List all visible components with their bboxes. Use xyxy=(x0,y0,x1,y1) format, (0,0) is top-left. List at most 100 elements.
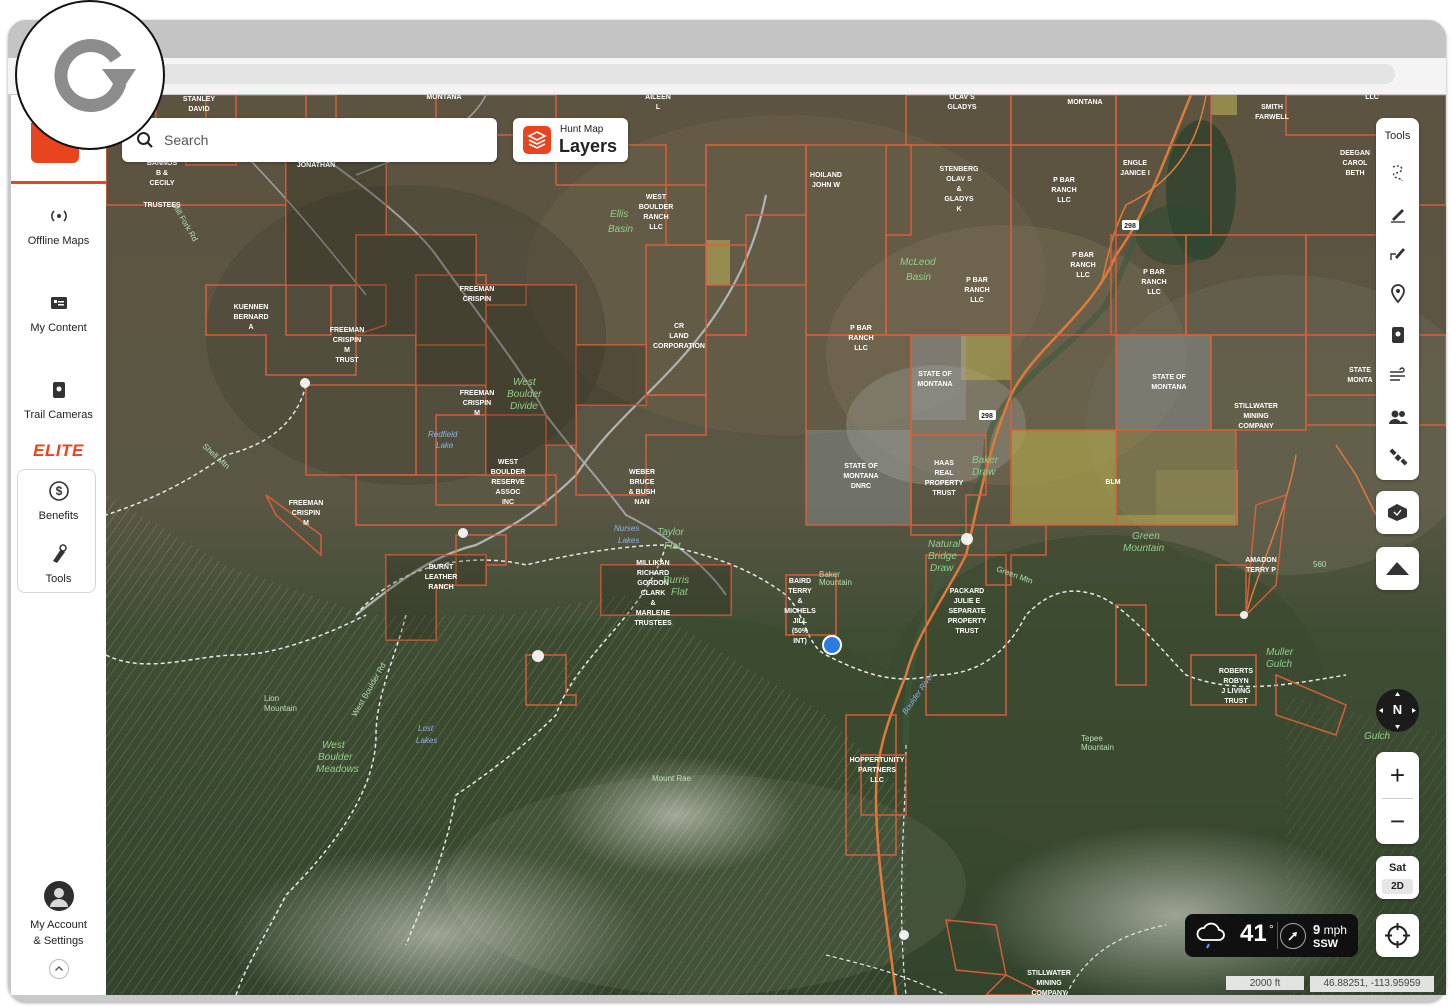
compass-button[interactable]: N xyxy=(1376,689,1419,732)
svg-text:Natural: Natural xyxy=(928,539,961,550)
zoom-in-button[interactable]: + xyxy=(1376,752,1419,798)
landowner-icon[interactable] xyxy=(1387,406,1409,428)
svg-text:STILLWATER: STILLWATER xyxy=(1027,970,1071,977)
cloud-rain-icon xyxy=(1195,922,1227,955)
svg-text:REAL: REAL xyxy=(934,470,954,477)
search-input[interactable]: Search xyxy=(164,132,208,148)
svg-text:Basin: Basin xyxy=(608,224,633,235)
sidebar-item-my-account[interactable]: My Account & Settings xyxy=(11,881,106,947)
svg-text:RANCH: RANCH xyxy=(1070,262,1095,269)
layers-subtitle: Hunt Map xyxy=(560,124,604,135)
svg-text:BETH: BETH xyxy=(1345,170,1364,177)
svg-text:SMITH: SMITH xyxy=(1261,104,1283,111)
svg-text:MARLENE: MARLENE xyxy=(636,610,671,617)
compass-north-label: N xyxy=(1392,702,1403,717)
sidebar-item-benefits[interactable]: $ Benefits xyxy=(11,480,106,522)
svg-text:MONTANA: MONTANA xyxy=(1067,99,1102,106)
reload-icon[interactable] xyxy=(15,0,165,150)
offline-maps-icon xyxy=(48,205,70,227)
svg-text:Baker: Baker xyxy=(972,455,999,466)
sidebar-item-tools[interactable]: Tools xyxy=(11,543,106,585)
bookmark-map-button[interactable] xyxy=(1376,491,1419,534)
waypoint-icon[interactable] xyxy=(1387,282,1409,304)
svg-text:Boulder: Boulder xyxy=(507,389,542,400)
zoom-control: + − xyxy=(1376,752,1419,844)
wind-icon[interactable] xyxy=(1387,364,1409,386)
svg-text:Mountain: Mountain xyxy=(1081,743,1114,752)
collapse-chevron-icon[interactable] xyxy=(49,959,69,979)
svg-text:(50%: (50% xyxy=(792,628,809,635)
layers-title: Layers xyxy=(559,136,618,156)
terrain-3d-button[interactable] xyxy=(1376,547,1419,590)
svg-text:GLADYS: GLADYS xyxy=(944,196,974,203)
svg-text:TERRY P: TERRY P xyxy=(1246,567,1276,574)
wind-speed-value: 9 xyxy=(1313,922,1321,937)
svg-text:West: West xyxy=(322,740,346,751)
svg-text:JILL: JILL xyxy=(793,618,808,625)
svg-text:Burris: Burris xyxy=(663,575,689,586)
locate-me-button[interactable] xyxy=(1376,914,1419,957)
map-fold-icon xyxy=(1388,504,1407,521)
layers-icon xyxy=(523,126,551,154)
svg-text:BURNT: BURNT xyxy=(429,564,454,571)
sidebar-item-trail-cameras[interactable]: Trail Cameras xyxy=(11,379,106,421)
svg-text:MINING: MINING xyxy=(1036,980,1062,987)
svg-text:CAROL: CAROL xyxy=(1343,160,1369,167)
svg-text:FREEMAN: FREEMAN xyxy=(330,327,365,334)
address-bar[interactable] xyxy=(158,64,1395,84)
svg-text:L: L xyxy=(656,104,661,111)
sidebar-item-offline-maps[interactable]: Offline Maps xyxy=(11,205,106,247)
svg-text:Flat: Flat xyxy=(664,541,682,552)
trail-camera-tool-icon[interactable] xyxy=(1387,324,1409,346)
draw-shape-icon[interactable] xyxy=(1387,242,1409,264)
svg-text:298: 298 xyxy=(981,413,993,420)
satellite-icon[interactable] xyxy=(1387,446,1409,468)
layers-button[interactable]: Hunt Map Layers xyxy=(513,118,628,162)
svg-text:INT): INT) xyxy=(793,638,807,645)
svg-text:NAN: NAN xyxy=(634,499,649,506)
svg-text:LLC: LLC xyxy=(1147,289,1161,296)
temperature: 41 xyxy=(1240,920,1267,947)
svg-text:P BAR: P BAR xyxy=(1143,269,1165,276)
svg-text:Tepee: Tepee xyxy=(1081,734,1103,743)
satellite-map[interactable]: STANLEY DAVID BANNOS B & CECILY TRUSTEES… xyxy=(106,95,1446,995)
svg-text:ROBYN: ROBYN xyxy=(1223,678,1248,685)
weather-widget[interactable]: 41 ° 9 mph SSW xyxy=(1185,914,1358,957)
zoom-out-button[interactable]: − xyxy=(1376,798,1419,844)
draw-line-icon[interactable] xyxy=(1387,202,1409,224)
svg-text:&: & xyxy=(797,598,802,605)
svg-text:MONTANA: MONTANA xyxy=(426,95,461,101)
map-canvas[interactable]: STANLEY DAVID BANNOS B & CECILY TRUSTEES… xyxy=(106,95,1446,995)
svg-text:Flat: Flat xyxy=(671,587,689,598)
svg-text:Redfield: Redfield xyxy=(428,430,458,439)
svg-text:PROPERTY: PROPERTY xyxy=(925,480,964,487)
svg-text:PARTNERS: PARTNERS xyxy=(858,767,896,774)
svg-text:M: M xyxy=(303,520,309,527)
svg-text:Draw: Draw xyxy=(972,467,996,478)
svg-text:BAIRD: BAIRD xyxy=(789,578,811,585)
svg-text:FREEMAN: FREEMAN xyxy=(460,390,495,397)
svg-text:LLC: LLC xyxy=(970,297,984,304)
wind-direction: SSW xyxy=(1313,938,1339,950)
search-box[interactable]: Search xyxy=(122,118,497,162)
svg-text:LLC: LLC xyxy=(1365,95,1379,101)
svg-text:MONTANA: MONTANA xyxy=(1151,384,1186,391)
svg-text:ROBERTS: ROBERTS xyxy=(1219,668,1254,675)
svg-text:LLC: LLC xyxy=(1076,272,1090,279)
svg-text:OLAV S: OLAV S xyxy=(949,95,975,101)
svg-text:STENBERG: STENBERG xyxy=(940,166,979,173)
basemap-label: Sat xyxy=(1388,862,1407,874)
lasso-icon[interactable] xyxy=(1387,162,1409,184)
svg-text:CRISPIN: CRISPIN xyxy=(463,400,491,407)
svg-text:Mountain: Mountain xyxy=(1123,543,1165,554)
svg-text:LLC: LLC xyxy=(1057,197,1071,204)
svg-text:LAND: LAND xyxy=(669,333,688,340)
svg-text:P BAR: P BAR xyxy=(1072,252,1094,259)
svg-text:RANCH: RANCH xyxy=(643,214,668,221)
view-mode-badge[interactable]: 2D xyxy=(1382,879,1413,894)
sidebar-item-my-content[interactable]: My Content xyxy=(11,292,106,334)
svg-text:CR: CR xyxy=(674,323,684,330)
svg-text:Mountain: Mountain xyxy=(819,578,852,587)
weather-divider xyxy=(1277,922,1278,949)
basemap-toggle[interactable]: Sat 2D xyxy=(1376,856,1419,899)
